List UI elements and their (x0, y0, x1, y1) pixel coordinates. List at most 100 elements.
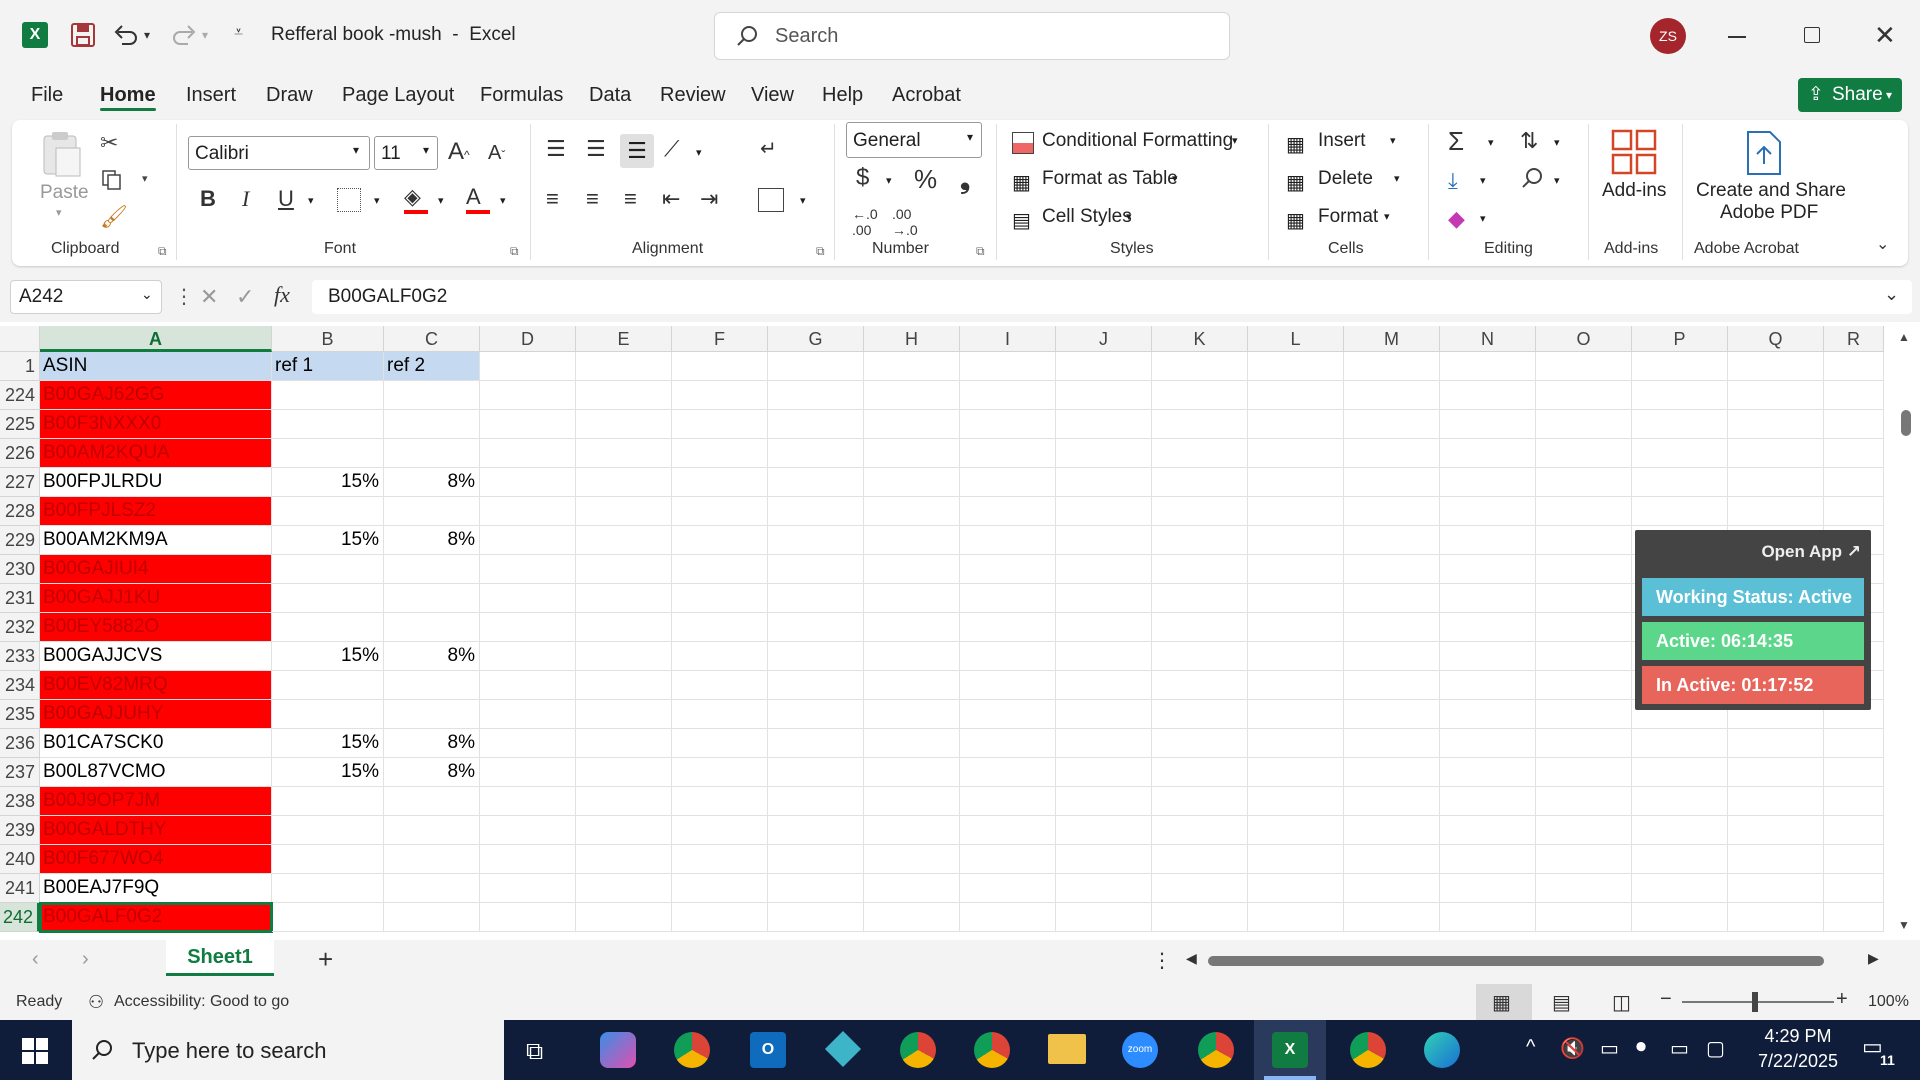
align-left-icon[interactable]: ≡ (546, 186, 559, 212)
clipboard-launcher-icon[interactable]: ⧉ (158, 244, 167, 259)
italic-icon[interactable]: I (242, 186, 249, 212)
cell-l[interactable] (1248, 787, 1344, 816)
cell-r[interactable] (1824, 758, 1884, 787)
cell-f[interactable] (672, 787, 768, 816)
cell-a[interactable]: B00L87VCMO (40, 758, 272, 787)
cell-e[interactable] (576, 874, 672, 903)
column-header-c[interactable]: C (384, 326, 480, 352)
tab-data[interactable]: Data (589, 84, 631, 107)
cell-j[interactable] (1056, 729, 1152, 758)
cell-i[interactable] (960, 642, 1056, 671)
paste-dropdown-icon[interactable]: ▾ (56, 206, 62, 219)
cell-l[interactable] (1248, 874, 1344, 903)
cell-h[interactable] (864, 584, 960, 613)
chrome-profile-icon[interactable] (900, 1032, 936, 1068)
number-format-select[interactable]: General ▾ (846, 122, 982, 158)
cell-m[interactable] (1344, 729, 1440, 758)
cell-m[interactable] (1344, 758, 1440, 787)
cell-b[interactable] (272, 439, 384, 468)
normal-view-button[interactable]: ▦ (1476, 984, 1532, 1020)
cell-i[interactable] (960, 584, 1056, 613)
cell-e[interactable] (576, 816, 672, 845)
cell-n[interactable] (1440, 671, 1536, 700)
cell-i[interactable] (960, 468, 1056, 497)
cell-o[interactable] (1536, 381, 1632, 410)
addins-icon[interactable] (1610, 128, 1658, 176)
tab-home[interactable]: Home (100, 84, 156, 107)
cell-k[interactable] (1152, 410, 1248, 439)
cell-n[interactable] (1440, 526, 1536, 555)
cell-m[interactable] (1344, 497, 1440, 526)
cell-d[interactable] (480, 584, 576, 613)
cell-h[interactable] (864, 874, 960, 903)
cell-o[interactable] (1536, 439, 1632, 468)
cut-icon[interactable]: ✂ (100, 130, 118, 156)
cell-f[interactable] (672, 410, 768, 439)
cell-n[interactable] (1440, 845, 1536, 874)
cell-f[interactable] (672, 903, 768, 932)
cell-n[interactable] (1440, 497, 1536, 526)
cell-a[interactable]: B00GAJJ1KU (40, 584, 272, 613)
cell-c[interactable] (384, 584, 480, 613)
battery-icon[interactable]: ▭ (1670, 1036, 1689, 1061)
cell-n[interactable] (1440, 874, 1536, 903)
cell-k[interactable] (1152, 555, 1248, 584)
delete-cells-button[interactable]: ▦ Delete ▾ (1286, 168, 1404, 196)
row-header[interactable]: 241 (0, 874, 40, 903)
cell-l[interactable] (1248, 729, 1344, 758)
outlook-icon[interactable]: O (750, 1032, 786, 1068)
cell-a[interactable]: B00EAJ7F9Q (40, 874, 272, 903)
cell-f[interactable] (672, 584, 768, 613)
cell-j[interactable] (1056, 526, 1152, 555)
cell-j[interactable] (1056, 410, 1152, 439)
cell-a[interactable]: B00AM2KQUA (40, 439, 272, 468)
cell-p[interactable] (1632, 903, 1728, 932)
row-header[interactable]: 240 (0, 845, 40, 874)
expand-formula-icon[interactable]: ⌄ (1884, 284, 1899, 305)
cell-c[interactable]: 8% (384, 526, 480, 555)
cell-l[interactable] (1248, 613, 1344, 642)
tab-options-icon[interactable]: ⋮ (1152, 948, 1172, 973)
cell-h[interactable] (864, 381, 960, 410)
share-button[interactable]: ⇪ Share ▾ (1798, 78, 1902, 112)
cell-i[interactable] (960, 700, 1056, 729)
scroll-right-icon[interactable]: ▶ (1868, 950, 1879, 967)
cell-k[interactable] (1152, 352, 1248, 381)
cancel-entry-icon[interactable]: ✕ (200, 284, 218, 310)
cell-a[interactable]: B00FPJLSZ2 (40, 497, 272, 526)
cell-e[interactable] (576, 787, 672, 816)
cell-c[interactable]: 8% (384, 468, 480, 497)
taskbar-search[interactable]: Type here to search (72, 1020, 504, 1080)
orientation-dropdown-icon[interactable]: ▾ (696, 146, 702, 159)
cell-g[interactable] (768, 352, 864, 381)
cell-k[interactable] (1152, 700, 1248, 729)
cell-h[interactable] (864, 671, 960, 700)
row-header[interactable]: 227 (0, 468, 40, 497)
cell-m[interactable] (1344, 352, 1440, 381)
cell-k[interactable] (1152, 874, 1248, 903)
cell-i[interactable] (960, 903, 1056, 932)
cell-m[interactable] (1344, 700, 1440, 729)
cell-b[interactable] (272, 613, 384, 642)
minimize-button[interactable] (1728, 36, 1746, 38)
cell-n[interactable] (1440, 410, 1536, 439)
undo-icon[interactable] (112, 22, 140, 48)
cell-f[interactable] (672, 526, 768, 555)
cell-b[interactable] (272, 671, 384, 700)
cell-g[interactable] (768, 381, 864, 410)
cell-g[interactable] (768, 758, 864, 787)
fill-dropdown-icon[interactable]: ▾ (1480, 174, 1486, 187)
network-icon[interactable]: ▢ (1706, 1036, 1725, 1061)
cell-b[interactable] (272, 555, 384, 584)
close-button[interactable]: ✕ (1874, 20, 1896, 51)
cell-e[interactable] (576, 381, 672, 410)
format-cells-button[interactable]: ▦ Format ▾ (1286, 206, 1404, 234)
cell-f[interactable] (672, 671, 768, 700)
cell-l[interactable] (1248, 584, 1344, 613)
cell-j[interactable] (1056, 903, 1152, 932)
cell-a[interactable]: B00FPJLRDU (40, 468, 272, 497)
cell-p[interactable] (1632, 439, 1728, 468)
decrease-indent-icon[interactable]: ⇤ (662, 186, 680, 212)
cell-i[interactable] (960, 816, 1056, 845)
cell-o[interactable] (1536, 729, 1632, 758)
